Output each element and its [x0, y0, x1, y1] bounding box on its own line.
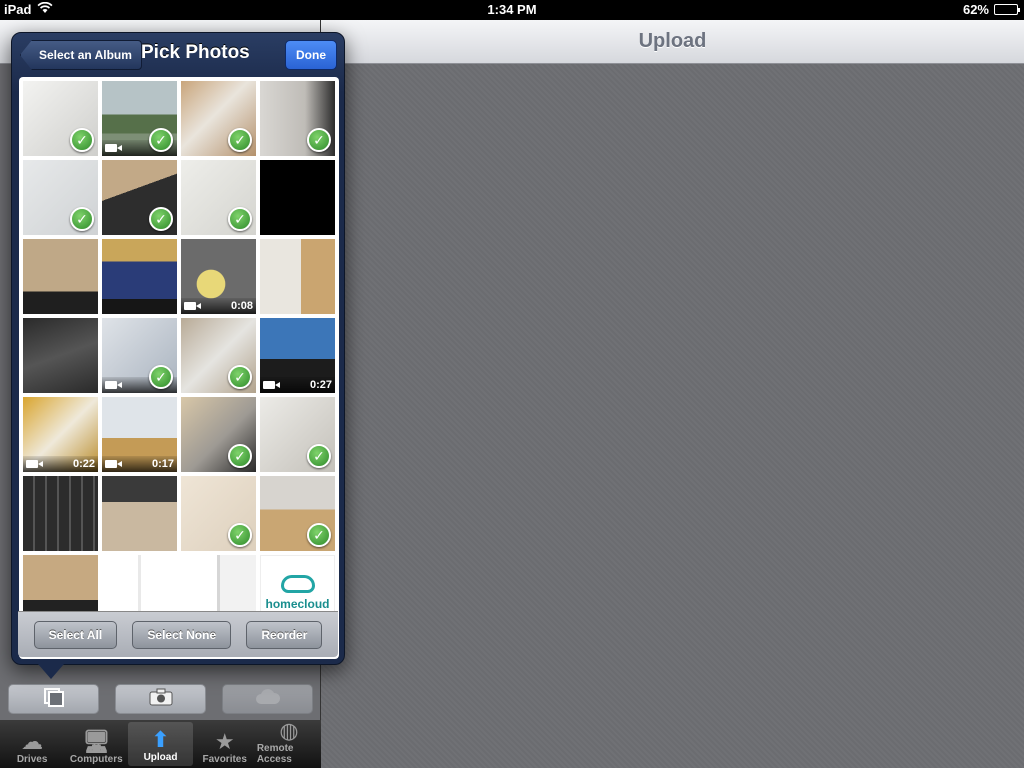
photo-thumbnail[interactable]: ✓	[181, 160, 256, 235]
tab-label: Upload	[143, 752, 178, 763]
photo-thumbnail[interactable]: ✓	[102, 160, 177, 235]
video-overlay: 0:08	[181, 298, 256, 314]
photo-thumbnail[interactable]: ✓	[23, 81, 98, 156]
clock: 1:34 PM	[487, 2, 537, 17]
video-duration: 0:08	[230, 300, 253, 312]
photo-thumbnail[interactable]: 0:17	[102, 397, 177, 472]
select-album-back-button[interactable]: Select an Album	[20, 40, 142, 70]
video-duration: 0:27	[309, 379, 332, 391]
cloud-icon: ☁	[21, 729, 44, 754]
star-icon: ★	[214, 729, 235, 754]
tab-favorites[interactable]: ★ Favorites	[193, 720, 257, 768]
select-all-button[interactable]: Select All	[33, 620, 118, 649]
checkmark-icon: ✓	[149, 128, 173, 152]
select-none-button[interactable]: Select None	[132, 620, 232, 649]
photo-thumbnail[interactable]: 0:22	[23, 397, 98, 472]
tab-drives[interactable]: ☁ Drives	[0, 720, 64, 768]
photo-thumbnail[interactable]: ✓	[181, 476, 256, 551]
tab-computers[interactable]: 🖥 Computers	[64, 720, 128, 768]
checkmark-icon: ✓	[149, 207, 173, 231]
photo-grid: ✓ ✓ ✓ ✓ ✓ ✓ ✓ 0:08 ✓ ✓ 0:27 0:22 0:17 ✓ ✓ ✓ ✓ homecloud	[23, 81, 337, 630]
page-title: Upload	[638, 30, 707, 52]
battery-icon	[994, 4, 1020, 15]
detail-pane: Upload	[321, 20, 1024, 768]
photo-thumbnail[interactable]: ✓	[260, 397, 335, 472]
battery-percent: 62%	[962, 2, 989, 17]
video-overlay: 0:27	[260, 377, 335, 393]
photo-thumbnail[interactable]: ✓	[181, 81, 256, 156]
bottom-toolbar	[0, 680, 321, 720]
globe-icon: ◍	[279, 718, 299, 743]
logo-text: homecloud	[265, 596, 330, 611]
video-overlay: 0:22	[23, 456, 98, 472]
checkmark-icon: ✓	[228, 444, 252, 468]
upload-icon: ⬆	[151, 727, 170, 752]
photo-thumbnail[interactable]	[260, 160, 335, 235]
tab-upload[interactable]: ⬆ Upload	[128, 722, 193, 766]
tab-remote-access[interactable]: ◍ Remote Access	[256, 718, 321, 768]
photo-grid-container[interactable]: ✓ ✓ ✓ ✓ ✓ ✓ ✓ 0:08 ✓ ✓ 0:27 0:22 0:17 ✓ ✓ ✓ ✓ homecloud	[19, 77, 339, 659]
photo-thumbnail[interactable]: ✓	[23, 160, 98, 235]
pick-photos-popover: Select an Album Pick Photos Done ✓ ✓ ✓ ✓ ✓ ✓ ✓…	[11, 32, 345, 665]
cloud-upload-button[interactable]	[222, 684, 313, 714]
photo-thumbnail[interactable]: 0:08	[181, 239, 256, 314]
video-duration: 0:22	[72, 458, 95, 470]
tab-label: Computers	[69, 754, 123, 765]
photo-thumbnail[interactable]: ✓	[102, 81, 177, 156]
checkmark-icon: ✓	[307, 444, 331, 468]
checkmark-icon: ✓	[228, 365, 252, 389]
video-camera-icon	[26, 460, 43, 468]
checkmark-icon: ✓	[228, 128, 252, 152]
cloud-icon	[255, 688, 281, 710]
photo-thumbnail[interactable]: ✓	[181, 318, 256, 393]
photo-thumbnail[interactable]	[23, 318, 98, 393]
photo-thumbnail[interactable]	[260, 239, 335, 314]
popover-arrow	[38, 664, 64, 679]
status-bar: iPad 1:34 PM 62%	[0, 0, 1024, 20]
monitor-icon: 🖥	[82, 729, 111, 754]
video-overlay: 0:17	[102, 456, 177, 472]
photo-thumbnail[interactable]	[23, 239, 98, 314]
camera-button[interactable]	[115, 684, 206, 714]
video-camera-icon	[263, 381, 280, 389]
photo-thumbnail[interactable]: 0:27	[260, 318, 335, 393]
checkmark-icon: ✓	[307, 128, 331, 152]
tab-label: Favorites	[202, 754, 247, 765]
homecloud-logo-icon	[280, 574, 315, 593]
photo-thumbnail[interactable]: ✓	[260, 476, 335, 551]
video-duration: 0:17	[151, 458, 174, 470]
checkmark-icon: ✓	[307, 523, 331, 547]
video-camera-icon	[105, 381, 122, 389]
photo-thumbnail[interactable]	[23, 476, 98, 551]
popover-footer-toolbar: Select All Select None Reorder	[18, 611, 338, 657]
video-camera-icon	[105, 460, 122, 468]
reorder-button[interactable]: Reorder	[246, 620, 323, 649]
detail-nav-bar: Upload	[321, 20, 1024, 64]
tab-label: Drives	[16, 754, 48, 765]
checkmark-icon: ✓	[149, 365, 173, 389]
popover-header: Select an Album Pick Photos Done	[12, 33, 344, 75]
tab-bar: ☁ Drives 🖥 Computers ⬆ Upload ★ Favorites ◍ Remot…	[0, 718, 321, 768]
photo-thumbnail[interactable]: ✓	[102, 318, 177, 393]
camera-icon	[149, 688, 173, 711]
tab-label: Remote Access	[256, 743, 294, 765]
popover-title: Pick Photos	[141, 42, 250, 63]
checkmark-icon: ✓	[228, 523, 252, 547]
photo-thumbnail[interactable]: ✓	[260, 81, 335, 156]
done-button[interactable]: Done	[285, 40, 337, 70]
photo-thumbnail[interactable]	[102, 239, 177, 314]
video-camera-icon	[184, 302, 201, 310]
video-camera-icon	[105, 144, 122, 152]
photo-thumbnail[interactable]: ✓	[181, 397, 256, 472]
photo-library-icon	[43, 687, 65, 712]
photo-thumbnail[interactable]	[102, 476, 177, 551]
checkmark-icon: ✓	[228, 207, 252, 231]
photo-library-button[interactable]	[8, 684, 99, 714]
checkmark-icon: ✓	[70, 207, 94, 231]
checkmark-icon: ✓	[70, 128, 94, 152]
